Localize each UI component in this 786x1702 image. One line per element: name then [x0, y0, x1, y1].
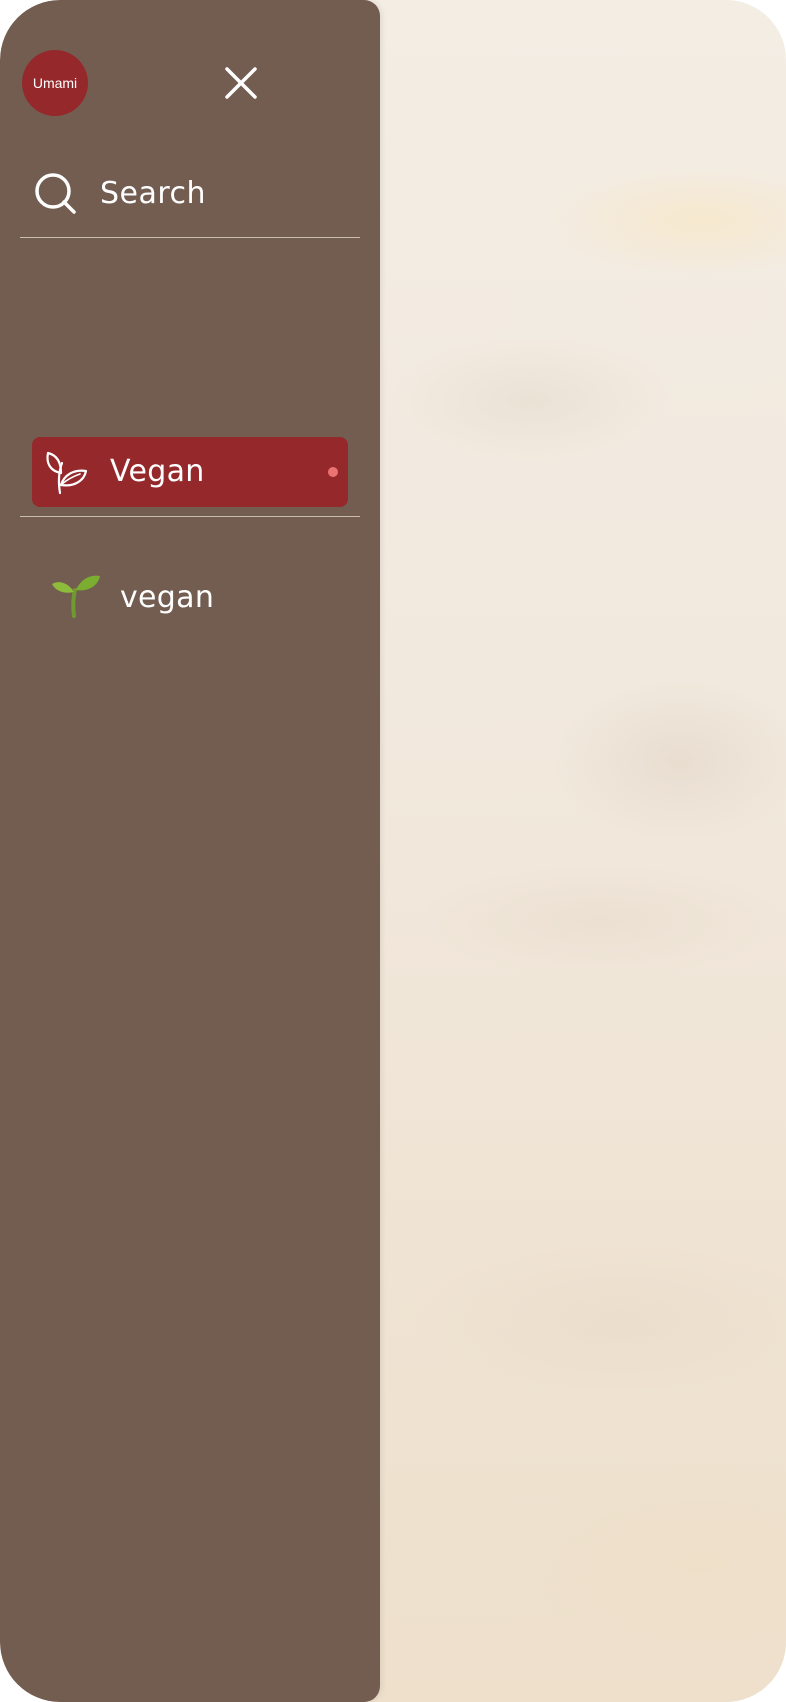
menu-item-label: vegan	[120, 580, 215, 615]
side-drawer: Umami Search Vegan vegan	[0, 0, 380, 1702]
close-button[interactable]	[220, 62, 262, 104]
active-indicator-dot	[328, 467, 338, 477]
leaf-icon	[46, 451, 88, 495]
close-icon	[225, 67, 257, 99]
menu-item-label: Vegan	[110, 454, 205, 489]
menu-item-vegan[interactable]: vegan	[50, 570, 350, 622]
menu-item-vegan-active[interactable]: Vegan	[32, 437, 348, 507]
app-screen: Umami Search Vegan vegan	[0, 0, 786, 1702]
menu-divider	[20, 516, 360, 517]
sprout-icon	[52, 575, 100, 618]
search-label: Search	[100, 176, 207, 211]
search-icon	[35, 173, 76, 214]
brand-logo[interactable]: Umami	[22, 50, 88, 116]
brand-logo-text: Umami	[32, 75, 78, 91]
search-field[interactable]: Search	[20, 168, 360, 238]
